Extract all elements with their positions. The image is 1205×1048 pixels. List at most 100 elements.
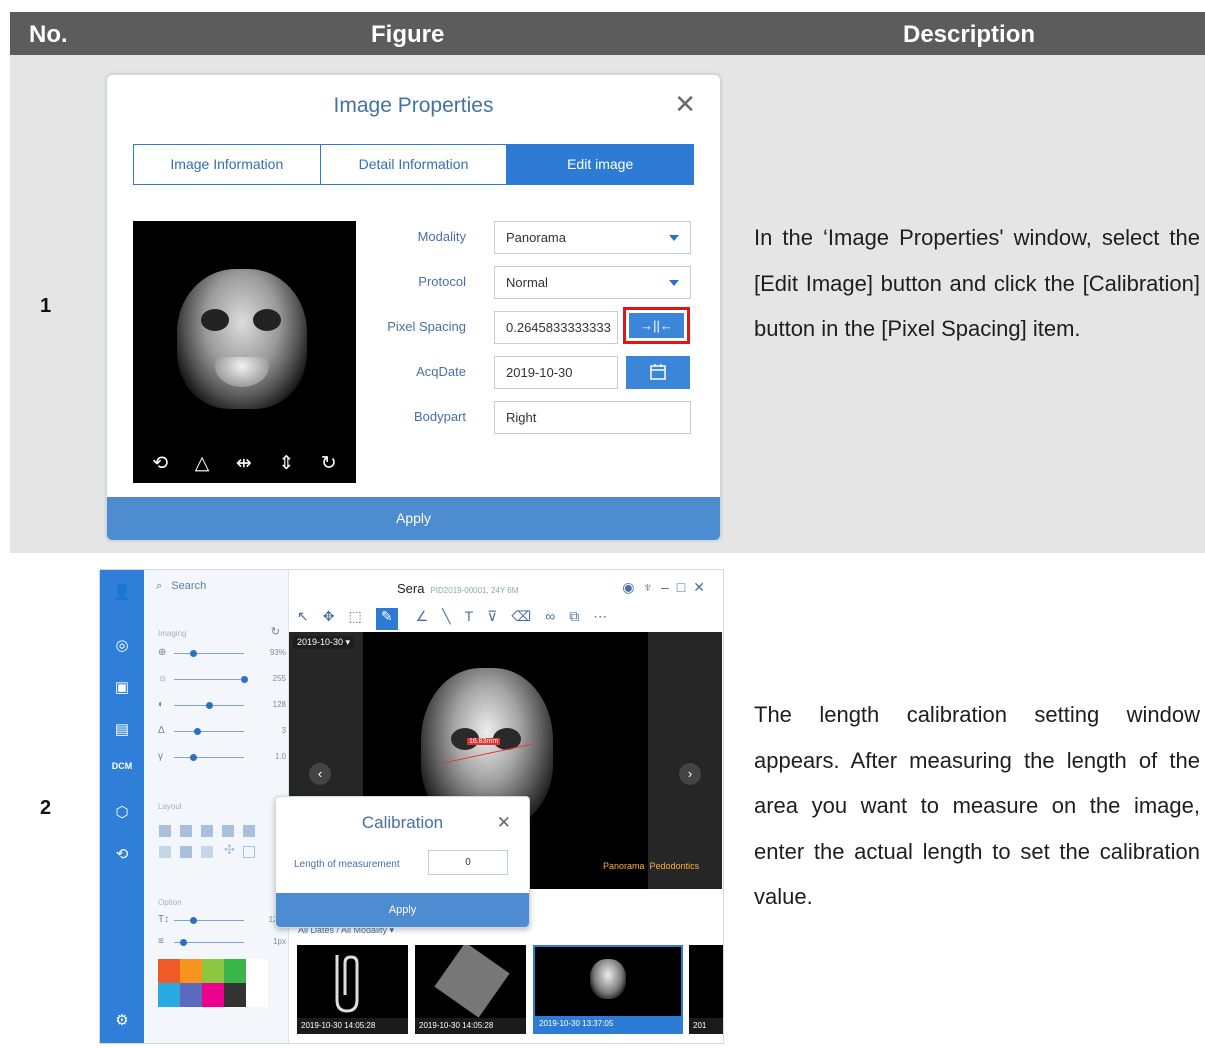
cube-icon[interactable]: ⬡ <box>100 803 144 821</box>
brightness-slider[interactable]: ☼ 255 <box>158 673 286 685</box>
document-icon[interactable]: ▤ <box>100 720 144 738</box>
layout-1x2[interactable] <box>180 825 192 837</box>
eraser-icon[interactable]: ⌫ <box>511 608 545 624</box>
rotate-right-icon[interactable]: △ <box>195 452 210 475</box>
next-image-button[interactable]: › <box>679 763 701 785</box>
pointer-icon[interactable]: ↖ <box>297 608 323 624</box>
thumbnail[interactable]: 2019-10-30 14:05:28 <box>415 945 526 1034</box>
patient-icon[interactable]: 👤 <box>100 583 144 601</box>
image-tools: ⟲ △ ⇹ ⇕ ↻ <box>133 452 356 475</box>
color-swatch[interactable] <box>158 983 180 1007</box>
color-swatch[interactable] <box>246 959 268 983</box>
modality-select[interactable]: Panorama <box>494 221 691 254</box>
apply-button[interactable]: Apply <box>107 497 720 540</box>
search-box[interactable]: ⌕ Search <box>156 580 206 593</box>
flip-vertical-icon[interactable]: ⇕ <box>278 452 294 475</box>
xray-preview: ⟲ △ ⇹ ⇕ ↻ <box>133 221 356 483</box>
thumbnail-strip: 2019-10-30 14:05:28 2019-10-30 14:05:28 … <box>289 942 723 1043</box>
font-size-slider[interactable]: T↕12px <box>158 914 286 926</box>
settings-icon[interactable]: ⚙ <box>100 1011 144 1029</box>
link-icon[interactable]: ∞ <box>545 608 569 624</box>
calibration-button[interactable]: →||← <box>623 307 690 344</box>
compare-icon[interactable]: ⧉ <box>569 608 593 624</box>
layout-grid-b[interactable] <box>180 846 192 858</box>
layout-grid-c[interactable] <box>201 846 213 858</box>
color-swatch[interactable] <box>246 983 268 1007</box>
tab-edit-image[interactable]: Edit image <box>507 145 694 184</box>
pixel-spacing-label: Pixel Spacing <box>387 319 466 334</box>
ruler-icon[interactable]: ✎ <box>375 608 398 630</box>
contrast-icon: ◐ <box>158 699 165 710</box>
color-swatch[interactable] <box>158 959 180 983</box>
line-width-slider[interactable]: ≡ 1px <box>158 936 286 948</box>
minimize-icon[interactable]: – <box>661 579 677 595</box>
skull-thumbnail <box>590 959 626 999</box>
zoom-slider[interactable]: ⊕ 93% <box>158 647 286 659</box>
acqdate-field[interactable]: 2019-10-30 <box>494 356 618 389</box>
tab-detail-information[interactable]: Detail Information <box>321 145 508 184</box>
more-icon[interactable]: ⋯ <box>593 608 621 624</box>
color-swatch[interactable] <box>180 959 202 983</box>
pixel-spacing-field[interactable]: 0.2645833333333 <box>494 311 618 344</box>
layout-3x3[interactable] <box>243 825 255 837</box>
color-palette <box>158 959 268 1007</box>
crop-icon[interactable]: ⬚ <box>348 608 375 624</box>
color-swatch[interactable] <box>202 983 224 1007</box>
help-icon[interactable]: ◉ <box>622 579 642 595</box>
calibration-title: Calibration <box>361 813 444 832</box>
protocol-select[interactable]: Normal <box>494 266 691 299</box>
layout-2x2[interactable] <box>201 825 213 837</box>
contrast-slider[interactable]: ◐ 128 <box>158 699 286 711</box>
color-swatch[interactable] <box>202 959 224 983</box>
marker-icon[interactable]: ⊽ <box>487 608 511 624</box>
bodypart-field[interactable]: Right <box>494 401 691 434</box>
patient-title: Sera PID2019-00001, 24Y 6M <box>397 581 518 596</box>
maximize-icon[interactable]: □ <box>677 579 693 595</box>
modality-label: Modality <box>417 229 466 244</box>
layout-single[interactable] <box>243 846 255 858</box>
calibration-apply-button[interactable]: Apply <box>276 893 529 927</box>
layout-2x3[interactable] <box>222 825 234 837</box>
line-icon[interactable]: ╲ <box>442 608 464 624</box>
gamma-slider[interactable]: γ 1.0 <box>158 751 286 763</box>
image-icon[interactable]: ▣ <box>100 678 144 696</box>
image-properties-dialog: Image Properties ✕ Image Information Det… <box>106 74 721 541</box>
angle-icon[interactable]: ∠ <box>416 608 443 624</box>
search-icon: ⌕ <box>156 580 163 592</box>
date-selector[interactable]: 2019-10-30 ▾ <box>293 636 355 649</box>
close-icon[interactable]: ✕ <box>693 579 713 595</box>
layout-grid-a[interactable] <box>159 846 171 858</box>
tooth-icon[interactable]: ♆ <box>643 579 662 595</box>
move-icon[interactable]: ✣ <box>224 842 235 858</box>
color-swatch[interactable] <box>224 959 246 983</box>
rotate-left-icon[interactable]: ⟲ <box>152 452 168 475</box>
prev-image-button[interactable]: ‹ <box>309 763 331 785</box>
thumbnail[interactable]: 201 <box>689 945 723 1034</box>
line-width-value: 1px <box>273 937 286 946</box>
header-no: No. <box>29 21 68 48</box>
close-icon[interactable]: ✕ <box>497 813 511 833</box>
zoom-value: 93% <box>269 648 286 657</box>
tab-image-information[interactable]: Image Information <box>134 145 321 184</box>
reset-icon[interactable]: ↻ <box>321 452 337 475</box>
sharpness-slider[interactable]: Δ3 <box>158 725 286 737</box>
text-icon[interactable]: T <box>465 608 488 624</box>
history-icon[interactable]: ⟲ <box>100 845 144 863</box>
reset-icon[interactable]: ↻ <box>271 625 280 638</box>
thumbnail[interactable]: 2019-10-30 14:05:28 <box>297 945 408 1034</box>
pan-icon[interactable]: ✥ <box>323 608 349 624</box>
sharpness-icon: Δ <box>158 725 165 736</box>
layout-1x1[interactable] <box>159 825 171 837</box>
calendar-button[interactable] <box>626 356 690 389</box>
color-swatch[interactable] <box>180 983 202 1007</box>
thumbnail-selected[interactable]: 2019-10-30 13:37:05 <box>533 945 683 1034</box>
dialog-title: Image Properties <box>333 94 494 117</box>
close-icon[interactable]: ✕ <box>674 91 696 117</box>
measurement-input[interactable]: 0 <box>428 850 508 875</box>
color-swatch[interactable] <box>224 983 246 1007</box>
flip-horizontal-icon[interactable]: ⇹ <box>236 452 252 475</box>
chevron-down-icon <box>669 235 679 241</box>
dicom-icon[interactable]: DCM <box>100 761 144 771</box>
camera-icon[interactable]: ◎ <box>100 636 144 654</box>
thumbnail-caption: 201 <box>689 1018 723 1034</box>
